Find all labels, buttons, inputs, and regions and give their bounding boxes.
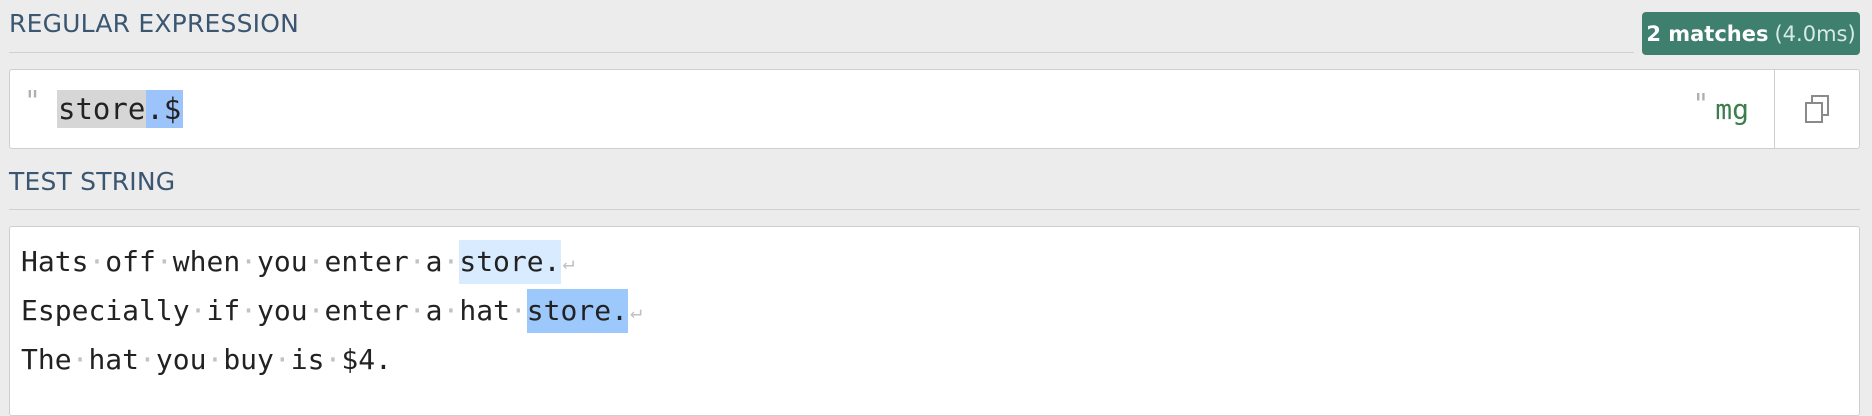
whitespace-dot: · <box>442 245 460 278</box>
whitespace-dot: · <box>88 245 106 278</box>
whitespace-dot: · <box>442 294 460 327</box>
copy-icon <box>1805 95 1829 123</box>
test-line-text: Especially·if·you·enter·a·hat· <box>21 294 527 327</box>
match-highlight: store. <box>459 239 561 284</box>
test-line-text: The·hat·you·buy·is·$4. <box>21 343 392 376</box>
match-time: (4.0ms) <box>1774 21 1856 46</box>
regex-pattern[interactable]: store .$ <box>57 90 184 128</box>
test-line-text: Hats·off·when·you·enter·a· <box>21 245 460 278</box>
test-section-title: TEST STRING <box>9 167 176 196</box>
regex-section-title: REGULAR EXPRESSION <box>9 9 300 38</box>
whitespace-dot: · <box>206 343 224 376</box>
whitespace-dot: · <box>155 245 173 278</box>
test-line: Especially·if·you·enter·a·hat· store. ↵ <box>21 286 642 335</box>
whitespace-dot: · <box>189 294 207 327</box>
whitespace-dot: · <box>139 343 156 376</box>
regex-flags-text[interactable]: mg <box>1715 93 1749 126</box>
regex-close-delimiter: " <box>1692 86 1710 120</box>
match-info-badge: 2 matches (4.0ms) <box>1642 12 1860 55</box>
whitespace-dot: · <box>408 245 426 278</box>
test-title-rule <box>9 209 1860 210</box>
copy-regex-button[interactable] <box>1774 70 1859 148</box>
whitespace-dot: · <box>509 294 527 327</box>
regex-open-delimiter: " <box>24 84 41 117</box>
test-line: Hats·off·when·you·enter·a· store. ↵ <box>21 237 642 286</box>
test-string-input[interactable]: Hats·off·when·you·enter·a· store. ↵ Especi… <box>9 226 1860 416</box>
test-string-lines[interactable]: Hats·off·when·you·enter·a· store. ↵ Especi… <box>21 237 642 384</box>
regex-token-literal: store <box>57 90 147 128</box>
regex-token-meta: .$ <box>146 90 184 128</box>
match-highlight: store. <box>526 288 628 333</box>
test-line: The·hat·you·buy·is·$4. <box>21 335 642 384</box>
line-return-icon: ↵ <box>562 249 575 274</box>
whitespace-dot: · <box>408 294 426 327</box>
whitespace-dot: · <box>324 343 342 376</box>
whitespace-dot: · <box>71 343 89 376</box>
line-return-icon: ↵ <box>629 298 642 323</box>
regex-input[interactable]: " store .$ " mg <box>9 69 1860 149</box>
regex-title-rule <box>9 52 1634 53</box>
whitespace-dot: · <box>240 294 258 327</box>
regex-flags[interactable]: " mg <box>1692 86 1749 128</box>
whitespace-dot: · <box>240 245 258 278</box>
whitespace-dot: · <box>273 343 291 376</box>
whitespace-dot: · <box>307 294 325 327</box>
whitespace-dot: · <box>307 245 325 278</box>
match-count: 2 matches <box>1646 21 1769 46</box>
